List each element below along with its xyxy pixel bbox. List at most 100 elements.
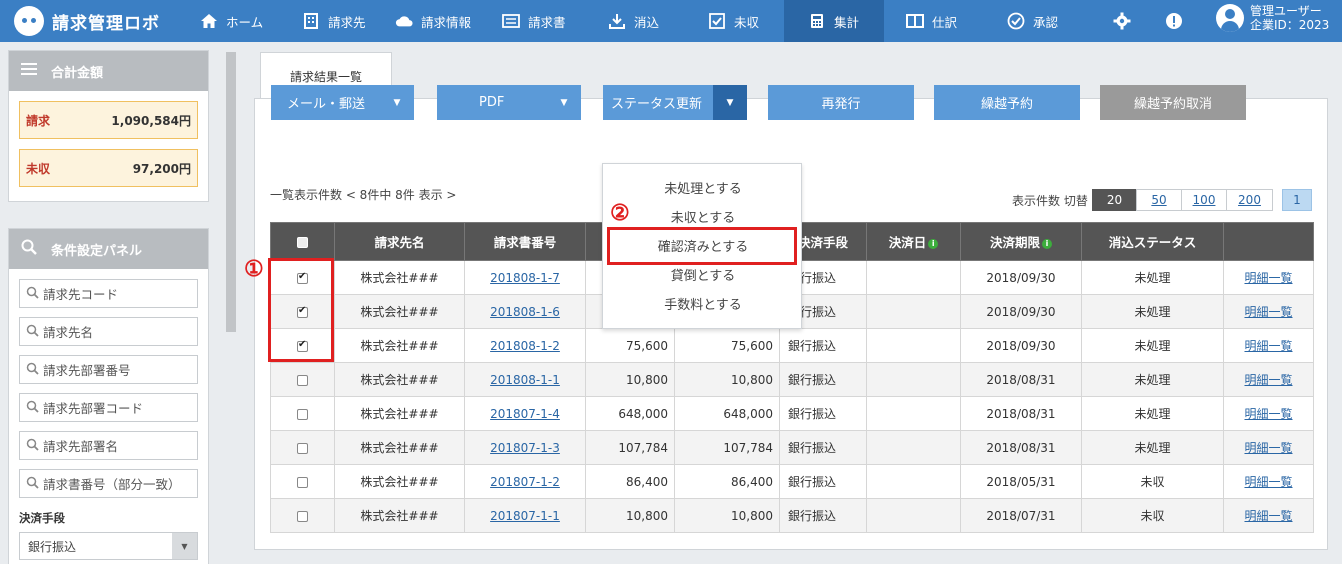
perpage-50[interactable]: 50 [1136, 189, 1182, 211]
perpage-20[interactable]: 20 [1092, 189, 1137, 211]
user-menu[interactable]: 管理ユーザー 企業ID：2023 [1216, 4, 1329, 32]
menu-item-bad-debt[interactable]: 貸倒とする [603, 260, 803, 289]
dept-code-placeholder: 請求先部署コード [43, 401, 144, 416]
menu-item-confirmed[interactable]: 確認済みとする [603, 231, 803, 260]
carryover-cancel-button[interactable]: 繰越予約取消 [1100, 85, 1246, 120]
alert-button[interactable] [1165, 0, 1185, 42]
menu-item-unprocessed[interactable]: 未処理とする [603, 173, 803, 202]
invoice-link[interactable]: 201808-1-2 [490, 339, 560, 353]
app-logo[interactable]: 請求管理ロボ [14, 5, 160, 37]
details-link-cell: 明細一覧 [1223, 260, 1314, 295]
status-update-button[interactable]: ステータス更新 ▼ [603, 85, 747, 120]
cloud-icon [395, 12, 413, 30]
details-link[interactable]: 明細一覧 [1244, 407, 1292, 421]
invoice-number-input[interactable]: 請求書番号（部分一致） [19, 469, 198, 498]
invoice-link[interactable]: 201807-1-4 [490, 407, 560, 421]
caret-down-icon: ▼ [172, 533, 197, 559]
nav-reconcile[interactable]: 消込 [608, 0, 668, 42]
calculator-icon [808, 12, 826, 30]
menu-item-fee[interactable]: 手数料とする [603, 289, 803, 318]
row-checkbox[interactable] [297, 305, 308, 318]
col-reconcile-status[interactable]: 消込ステータス [1081, 222, 1224, 261]
reconcile-status-cell: 未処理 [1081, 328, 1224, 363]
menu-item-unpaid[interactable]: 未収とする [603, 202, 803, 231]
nav-billing-info[interactable]: 請求情報 [395, 0, 487, 42]
invoice-link[interactable]: 201808-1-1 [490, 373, 560, 387]
search-icon [26, 476, 39, 492]
info-icon[interactable]: i [928, 238, 939, 249]
details-link[interactable]: 明細一覧 [1244, 271, 1292, 285]
details-link[interactable]: 明細一覧 [1244, 305, 1292, 319]
row-checkbox[interactable] [297, 408, 308, 420]
payment-method-select[interactable]: 銀行振込 ▼ [19, 532, 198, 560]
select-all-checkbox[interactable] [297, 237, 308, 248]
invoice-link[interactable]: 201808-1-6 [490, 305, 560, 319]
col-client-name[interactable]: 請求先名 [334, 222, 465, 261]
dept-number-input[interactable]: 請求先部署番号 [19, 355, 198, 384]
caret-down-icon[interactable]: ▼ [713, 85, 747, 120]
invoice-number-cell: 201807-1-3 [464, 430, 586, 465]
details-link[interactable]: 明細一覧 [1244, 475, 1292, 489]
totals-panel-header: 合計金額 [9, 51, 208, 91]
details-link[interactable]: 明細一覧 [1244, 373, 1292, 387]
sidebar-scrollbar[interactable] [224, 42, 240, 564]
reconcile-status-cell: 未収 [1081, 464, 1224, 499]
dept-number-placeholder: 請求先部署番号 [43, 363, 131, 378]
row-checkbox[interactable] [297, 510, 308, 522]
row-checkbox[interactable] [297, 374, 308, 386]
col-due-date[interactable]: 決済期限 i [960, 222, 1082, 261]
settings-button[interactable] [1113, 0, 1133, 42]
perpage-200[interactable]: 200 [1226, 189, 1273, 211]
page-1-button[interactable]: 1 [1282, 189, 1312, 211]
sidebar: 合計金額 請求 1,090,584円 未収 97,200円 条件設定パネル 請求… [0, 42, 240, 564]
download-icon [608, 12, 626, 30]
filter-panel-header[interactable]: 条件設定パネル [9, 229, 208, 269]
filter-panel: 条件設定パネル 請求先コード 請求先名 請求先部署番号 請求先部署コード 請求先… [8, 228, 209, 564]
perpage-100[interactable]: 100 [1181, 189, 1227, 211]
status-update-menu: 未処理とする 未収とする 確認済みとする 貸倒とする 手数料とする [602, 163, 802, 329]
details-link[interactable]: 明細一覧 [1244, 509, 1292, 523]
perpage-label: 表示件数 切替 [1012, 194, 1088, 208]
table-row: 株式会社###201808-1-275,60075,600銀行振込2018/09… [270, 328, 1314, 363]
nav-unpaid[interactable]: 未収 [708, 0, 768, 42]
invoice-link[interactable]: 201808-1-7 [490, 271, 560, 285]
amount-1-cell: 10,800 [585, 498, 675, 533]
details-link[interactable]: 明細一覧 [1244, 339, 1292, 353]
nav-clients[interactable]: 請求先 [302, 0, 382, 42]
dept-name-input[interactable]: 請求先部署名 [19, 431, 198, 460]
reissue-button[interactable]: 再発行 [768, 85, 914, 120]
total-billed: 請求 1,090,584円 [19, 101, 198, 139]
search-icon [26, 438, 39, 454]
pdf-button[interactable]: PDF ▼ [437, 85, 581, 120]
row-select-cell [270, 396, 335, 431]
invoice-link[interactable]: 201807-1-2 [490, 475, 560, 489]
caret-down-icon: ▼ [560, 97, 568, 108]
nav-journal[interactable]: 仕訳 [906, 0, 976, 42]
dept-code-input[interactable]: 請求先部署コード [19, 393, 198, 422]
nav-home[interactable]: ホーム [200, 0, 280, 42]
payment-method-cell: 銀行振込 [779, 362, 867, 397]
amount-2-cell: 648,000 [674, 396, 780, 431]
row-checkbox[interactable] [297, 271, 308, 284]
col-invoice-number[interactable]: 請求書番号 [464, 222, 586, 261]
mail-post-button[interactable]: メール・郵送 ▼ [271, 85, 414, 120]
carryover-button[interactable]: 繰越予約 [934, 85, 1080, 120]
nav-approval[interactable]: 承認 [1007, 0, 1077, 42]
invoice-link[interactable]: 201807-1-1 [490, 509, 560, 523]
row-checkbox[interactable] [297, 339, 308, 352]
client-code-input[interactable]: 請求先コード [19, 279, 198, 308]
amount-2-cell: 86,400 [674, 464, 780, 499]
col-paid-date[interactable]: 決済日 i [866, 222, 961, 261]
client-name-input[interactable]: 請求先名 [19, 317, 198, 346]
nav-invoices[interactable]: 請求書 [502, 0, 582, 42]
info-icon[interactable]: i [1042, 238, 1052, 249]
details-link[interactable]: 明細一覧 [1244, 441, 1292, 455]
row-checkbox[interactable] [297, 442, 308, 454]
payment-method-label: 決済手段 [19, 511, 65, 525]
client-name-cell: 株式会社### [334, 328, 465, 363]
invoice-link[interactable]: 201807-1-3 [490, 441, 560, 455]
col-paid-date-label: 決済日 [888, 235, 927, 250]
nav-summary[interactable]: 集計 [784, 0, 884, 42]
row-checkbox[interactable] [297, 476, 308, 488]
sidebar-scrollbar-thumb[interactable] [226, 52, 236, 332]
